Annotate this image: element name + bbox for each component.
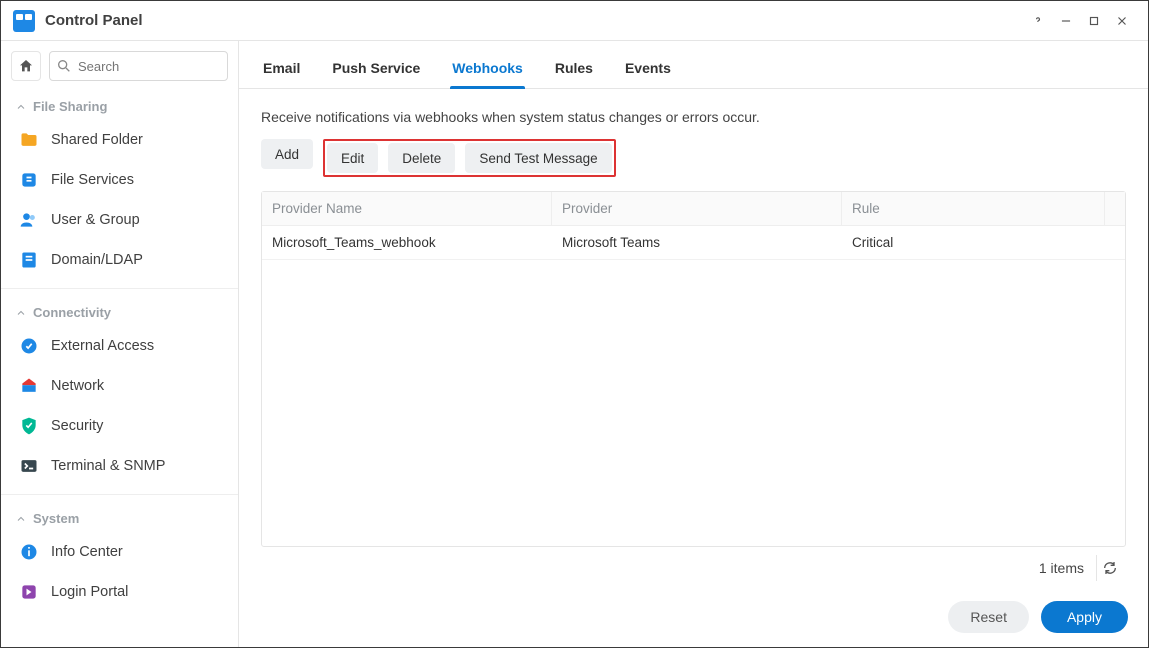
minimize-button[interactable]: [1052, 7, 1080, 35]
th-rule[interactable]: Rule: [842, 192, 1105, 225]
maximize-icon: [1087, 14, 1101, 28]
search-input[interactable]: [49, 51, 228, 81]
description-text: Receive notifications via webhooks when …: [261, 109, 1126, 125]
search-input-wrap: [49, 51, 228, 81]
sidebar-item-label: Terminal & SNMP: [51, 458, 165, 474]
window-title: Control Panel: [45, 12, 143, 29]
chevron-up-icon: [15, 101, 27, 113]
sidebar-item-domain-ldap[interactable]: Domain/LDAP: [1, 240, 238, 280]
folder-icon: [19, 130, 39, 150]
window: Control Panel: [0, 0, 1149, 648]
sidebar-item-label: Login Portal: [51, 584, 128, 600]
home-icon: [18, 58, 34, 74]
cell-rule: Critical: [842, 226, 1125, 259]
add-button[interactable]: Add: [261, 139, 313, 169]
minimize-icon: [1059, 14, 1073, 28]
webhook-table: Provider Name Provider Rule Microsoft_Te…: [261, 191, 1126, 547]
close-button[interactable]: [1108, 7, 1136, 35]
chevron-up-icon: [15, 307, 27, 319]
sidebar-item-label: Shared Folder: [51, 132, 143, 148]
sidebar-item-file-services[interactable]: File Services: [1, 160, 238, 200]
sidebar-item-label: Security: [51, 418, 103, 434]
main: Email Push Service Webhooks Rules Events…: [239, 41, 1148, 647]
th-provider-name[interactable]: Provider Name: [262, 192, 552, 225]
sidebar-item-security[interactable]: Security: [1, 406, 238, 446]
close-icon: [1115, 14, 1129, 28]
tab-webhooks[interactable]: Webhooks: [450, 48, 525, 88]
shield-icon: [19, 416, 39, 436]
tab-push-service[interactable]: Push Service: [330, 48, 422, 88]
sidebar-item-label: User & Group: [51, 212, 140, 228]
th-provider[interactable]: Provider: [552, 192, 842, 225]
maximize-button[interactable]: [1080, 7, 1108, 35]
cell-provider: Microsoft Teams: [552, 226, 842, 259]
tabs: Email Push Service Webhooks Rules Events: [239, 41, 1148, 89]
item-count: 1 items: [1039, 560, 1084, 576]
th-spacer: [1105, 192, 1125, 225]
section-label: System: [33, 511, 79, 526]
apply-button[interactable]: Apply: [1041, 601, 1128, 633]
section-label: Connectivity: [33, 305, 111, 320]
home-button[interactable]: [11, 51, 41, 81]
sidebar-item-user-group[interactable]: User & Group: [1, 200, 238, 240]
sidebar-item-terminal-snmp[interactable]: Terminal & SNMP: [1, 446, 238, 486]
sidebar: File Sharing Shared Folder File Services…: [1, 41, 239, 647]
refresh-button[interactable]: [1096, 555, 1122, 581]
status-bar: 1 items: [259, 547, 1128, 589]
file-services-icon: [19, 170, 39, 190]
send-test-message-button[interactable]: Send Test Message: [465, 143, 611, 173]
highlight-annotation: Edit Delete Send Test Message: [323, 139, 616, 177]
tab-events[interactable]: Events: [623, 48, 673, 88]
delete-button[interactable]: Delete: [388, 143, 455, 173]
section-connectivity[interactable]: Connectivity: [1, 299, 238, 326]
toolbar: Add Edit Delete Send Test Message: [261, 139, 1126, 177]
tab-rules[interactable]: Rules: [553, 48, 595, 88]
help-icon: [1031, 14, 1045, 28]
refresh-icon: [1102, 560, 1118, 576]
section-label: File Sharing: [33, 99, 107, 114]
cell-provider-name: Microsoft_Teams_webhook: [262, 226, 552, 259]
edit-button[interactable]: Edit: [327, 143, 378, 173]
tab-email[interactable]: Email: [261, 48, 302, 88]
sidebar-item-external-access[interactable]: External Access: [1, 326, 238, 366]
sidebar-item-info-center[interactable]: Info Center: [1, 532, 238, 572]
sidebar-item-login-portal[interactable]: Login Portal: [1, 572, 238, 612]
footer: Reset Apply: [239, 589, 1148, 647]
section-system[interactable]: System: [1, 505, 238, 532]
search-icon: [56, 58, 72, 77]
network-icon: [19, 376, 39, 396]
info-icon: [19, 542, 39, 562]
section-file-sharing[interactable]: File Sharing: [1, 93, 238, 120]
reset-button[interactable]: Reset: [948, 601, 1029, 633]
link-icon: [19, 336, 39, 356]
sidebar-item-shared-folder[interactable]: Shared Folder: [1, 120, 238, 160]
app-icon: [13, 10, 35, 32]
users-icon: [19, 210, 39, 230]
sidebar-item-network[interactable]: Network: [1, 366, 238, 406]
help-button[interactable]: [1024, 7, 1052, 35]
titlebar: Control Panel: [1, 1, 1148, 41]
sidebar-item-label: Info Center: [51, 544, 123, 560]
sidebar-item-label: File Services: [51, 172, 134, 188]
chevron-up-icon: [15, 513, 27, 525]
portal-icon: [19, 582, 39, 602]
table-header: Provider Name Provider Rule: [262, 192, 1125, 226]
sidebar-item-label: Domain/LDAP: [51, 252, 143, 268]
table-row[interactable]: Microsoft_Teams_webhook Microsoft Teams …: [262, 226, 1125, 260]
sidebar-item-label: External Access: [51, 338, 154, 354]
sidebar-item-label: Network: [51, 378, 104, 394]
domain-icon: [19, 250, 39, 270]
terminal-icon: [19, 456, 39, 476]
